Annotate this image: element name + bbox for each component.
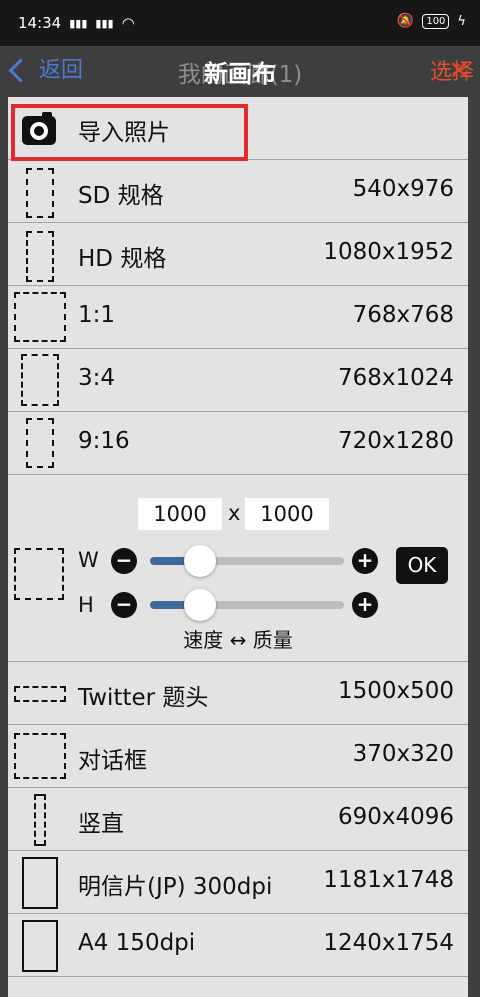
import-photo-row[interactable]: 导入照片	[8, 97, 468, 161]
portrait-frame-icon	[26, 168, 54, 218]
preset-size: 1240x1754	[323, 930, 454, 956]
ok-button[interactable]: OK	[396, 547, 448, 584]
preset-size: 1181x1748	[323, 867, 454, 893]
preset-size: 690x4096	[337, 804, 454, 830]
signal-icon: ▮▮▮	[95, 16, 114, 30]
tall-frame-icon	[34, 794, 46, 846]
preset-label: 明信片(JP) 300dpi	[78, 874, 273, 900]
battery-icon: 100	[422, 13, 450, 29]
gallery-title: 我的画廊(1)	[177, 62, 303, 88]
signal-icon: ▮▮▮	[69, 16, 88, 30]
preset-label: A4 150dpi	[78, 930, 196, 956]
width-input[interactable]: 1000	[138, 498, 222, 530]
width-minus-button[interactable]: −	[111, 548, 137, 574]
preset-label: SD 规格	[78, 183, 164, 209]
preset-row-3-4[interactable]: 3:4 768x1024	[8, 349, 468, 412]
preset-row-postcard[interactable]: 明信片(JP) 300dpi 1181x1748	[8, 851, 468, 914]
portrait-page-icon	[22, 920, 58, 972]
square-frame-icon	[14, 292, 66, 342]
preset-row-dialog[interactable]: 对话框 370x320	[8, 725, 468, 788]
preset-row-vertical[interactable]: 竖直 690x4096	[8, 788, 468, 851]
preset-size: 1080x1952	[323, 239, 454, 265]
preset-row-sd[interactable]: SD 规格 540x976	[8, 160, 468, 223]
preset-size: 1500x500	[337, 678, 454, 704]
width-axis-label: W	[78, 548, 99, 572]
preset-row-1-1[interactable]: 1:1 768x768	[8, 286, 468, 349]
preset-row-a4[interactable]: A4 150dpi 1240x1754	[8, 914, 468, 977]
preset-label: Twitter 题头	[78, 685, 209, 711]
camera-icon	[22, 112, 56, 145]
preset-label: 对话框	[78, 748, 147, 774]
speed-quality-label: 速度 ↔ 质量	[183, 628, 293, 652]
new-canvas-dialog: 导入照片 SD 规格 540x976 HD 规格 1080x1952 1:1 7…	[8, 97, 468, 997]
landscape-frame-icon	[14, 733, 66, 779]
height-plus-button[interactable]: +	[352, 592, 378, 618]
size-separator: x	[228, 501, 241, 525]
landscape-frame-icon	[14, 686, 66, 702]
preset-row-9-16[interactable]: 9:16 720x1280	[8, 412, 468, 475]
preset-size: 370x320	[352, 741, 454, 767]
height-axis-label: H	[78, 593, 94, 617]
preset-size: 720x1280	[337, 428, 454, 454]
preset-row-twitter[interactable]: Twitter 题头 1500x500	[8, 662, 468, 725]
portrait-page-icon	[22, 857, 58, 909]
custom-size-panel: 1000 x 1000 W − + H − + OK 速度 ↔ 质量	[8, 488, 468, 662]
preset-label: HD 规格	[78, 246, 167, 272]
preset-size: 768x1024	[337, 365, 454, 391]
status-time: 14:34	[18, 14, 62, 32]
portrait-frame-icon	[26, 231, 54, 282]
height-slider-thumb[interactable]	[184, 589, 216, 621]
custom-frame-icon	[14, 548, 64, 600]
height-slider[interactable]	[150, 601, 344, 609]
width-slider[interactable]	[150, 557, 344, 565]
preset-row-hd[interactable]: HD 规格 1080x1952	[8, 223, 468, 286]
preset-label: 3:4	[78, 365, 116, 391]
preset-label: 竖直	[78, 811, 124, 837]
import-photo-label: 导入照片	[78, 120, 170, 146]
preset-label: 9:16	[78, 428, 130, 454]
width-slider-thumb[interactable]	[184, 545, 216, 577]
width-plus-button[interactable]: +	[352, 548, 378, 574]
status-bar: 14:34 ▮▮▮ ▮▮▮ ◠ 🔕 100 ϟ	[0, 0, 480, 46]
mute-icon: 🔕	[396, 13, 415, 29]
close-icon[interactable]: ✕	[448, 56, 470, 86]
preset-label: 1:1	[78, 302, 116, 328]
height-minus-button[interactable]: −	[111, 592, 137, 618]
height-input[interactable]: 1000	[245, 498, 329, 530]
preset-size: 540x976	[352, 176, 454, 202]
portrait-frame-icon	[21, 354, 59, 406]
preset-size: 768x768	[352, 302, 454, 328]
top-header: 返回 我的画廊(1) 新画布 选择 ✕	[0, 46, 480, 94]
charging-icon: ϟ	[457, 13, 466, 29]
portrait-frame-icon	[26, 418, 54, 468]
wifi-icon: ◠	[121, 14, 135, 32]
